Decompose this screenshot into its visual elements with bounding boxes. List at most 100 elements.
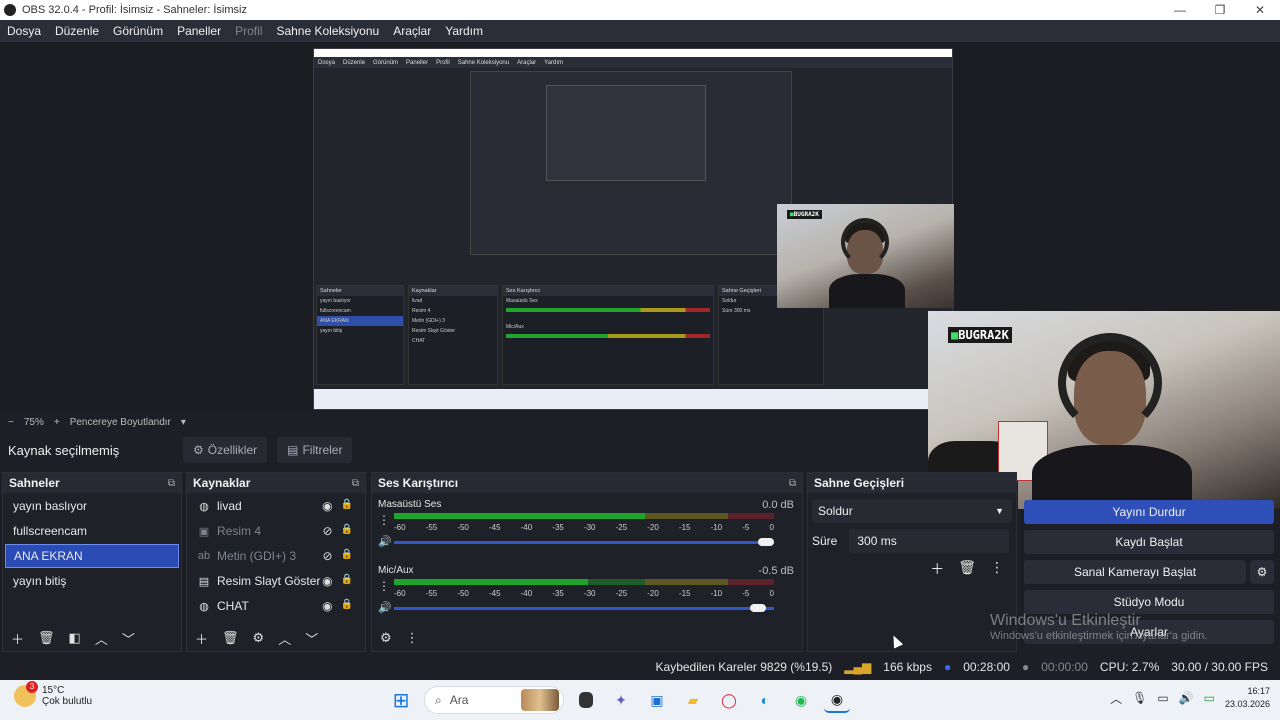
transition-menu-button[interactable]: ⋮ — [990, 559, 1004, 579]
volume-slider-knob[interactable] — [758, 538, 774, 546]
menu-yardim[interactable]: Yardım — [438, 24, 490, 38]
close-button[interactable]: ✕ — [1240, 3, 1280, 17]
meter-tick: -25 — [615, 523, 628, 532]
spotify-icon[interactable]: ◉ — [788, 687, 814, 713]
meter-tick: -50 — [457, 589, 469, 598]
clock[interactable]: 16:17 23.03.2026 — [1225, 685, 1270, 711]
menu-gorunum[interactable]: Görünüm — [106, 24, 170, 38]
scene-item[interactable]: fullscreencam — [5, 519, 179, 543]
network-icon[interactable]: ▭ — [1157, 691, 1168, 705]
meter-tick: -50 — [457, 523, 469, 532]
zoom-out-button[interactable]: − — [8, 417, 14, 428]
task-view-icon[interactable] — [579, 692, 593, 708]
eye-hidden-icon[interactable]: ⊘ — [322, 549, 332, 563]
scene-item[interactable]: ANA EKRAN — [5, 544, 179, 568]
source-item[interactable]: ▤ Resim Slayt Göster ◉ 🔒 — [189, 569, 363, 593]
source-toolbar: Kaynak seçilmemiş ⚙ Özellikler ▤ Filtreler — [0, 434, 928, 466]
lock-icon[interactable]: 🔒 — [341, 599, 353, 613]
move-up-button[interactable]: ︿ — [278, 629, 291, 648]
stop-stream-button[interactable]: Yayını Durdur — [1024, 500, 1274, 524]
move-down-button[interactable]: ﹀ — [305, 629, 318, 648]
source-settings-button[interactable]: ⚙ — [253, 630, 265, 646]
status-bar: Kaybedilen Kareler 9829 (%19.5) ▂▄▆ 166 … — [0, 656, 1280, 678]
menu-duzenle[interactable]: Düzenle — [48, 24, 106, 38]
studio-mode-button[interactable]: Stüdyo Modu — [1024, 590, 1274, 614]
maximize-button[interactable]: ❐ — [1200, 3, 1240, 17]
menu-profil[interactable]: Profil — [228, 24, 269, 38]
eye-icon[interactable]: ◉ — [322, 574, 332, 588]
teams-icon[interactable]: ✦ — [608, 687, 634, 713]
undock-icon[interactable]: ⧉ — [352, 478, 359, 489]
microphone-icon[interactable]: 🎙 — [1132, 691, 1147, 705]
source-item-label: Resim 4 — [217, 524, 262, 538]
scene-item[interactable]: yayın bitiş — [5, 569, 179, 593]
zoom-mode-chevron-icon[interactable]: ▾ — [181, 417, 186, 428]
store-icon[interactable]: ▣ — [644, 687, 670, 713]
volume-slider-knob[interactable] — [750, 604, 766, 612]
scene-filters-button[interactable]: ◧ — [69, 630, 81, 646]
source-item[interactable]: ◍ CHAT ◉ 🔒 — [189, 594, 363, 618]
scene-item[interactable]: yayın baslıyor — [5, 494, 179, 518]
edge-icon[interactable]: ◐ — [752, 687, 778, 713]
tray-chevron-icon[interactable]: ︿ — [1110, 690, 1122, 707]
taskbar-search-box[interactable]: ⌕ Ara — [424, 686, 564, 714]
cpu-usage: CPU: 2.7% — [1099, 660, 1160, 674]
start-button-windows-icon[interactable]: ⊞ — [388, 687, 414, 713]
duration-spinbox[interactable]: 300 ms — [849, 529, 1010, 553]
source-item[interactable]: ◍ livad ◉ 🔒 — [189, 494, 363, 518]
remove-source-button[interactable]: 🗑 — [222, 630, 239, 646]
move-down-button[interactable]: ﹀ — [122, 629, 135, 648]
remove-transition-button[interactable]: 🗑 — [958, 559, 976, 579]
start-record-button[interactable]: Kaydı Başlat — [1024, 530, 1274, 554]
source-item-label: CHAT — [217, 599, 249, 613]
weather-cloud-icon: 3 — [14, 681, 38, 707]
sources-panel: Kaynaklar ⧉ ◍ livad ◉ 🔒 ▣ Resim 4 ⊘ 🔒 ab Metin (GD… — [186, 472, 366, 652]
minimize-button[interactable]: — — [1160, 3, 1200, 17]
bitrate: 166 kbps — [883, 660, 932, 674]
lock-icon[interactable]: 🔒 — [341, 549, 353, 563]
zoom-in-button[interactable]: + — [54, 417, 60, 428]
add-source-button[interactable]: ＋ — [195, 629, 208, 648]
eye-icon[interactable]: ◉ — [322, 499, 332, 513]
undock-icon[interactable]: ⧉ — [789, 478, 796, 489]
mute-speaker-icon[interactable]: 🔊 — [378, 601, 392, 614]
meter-tick: -15 — [678, 589, 691, 598]
volume-slider[interactable] — [394, 604, 774, 612]
menu-paneller[interactable]: Paneller — [170, 24, 228, 38]
channel-menu-icon[interactable]: ⋮ — [378, 513, 390, 527]
zoom-mode-dropdown[interactable]: Pencereye Boyutlandır — [70, 417, 171, 428]
volume-slider[interactable] — [394, 538, 774, 546]
meter-ticks: -60 -55 -50 -45 -40 -35 -30 -25 -20 -15 -10 -5 0 — [394, 589, 774, 598]
volume-icon[interactable]: 🔊 — [1179, 691, 1194, 705]
properties-button[interactable]: ⚙ Özellikler — [183, 437, 268, 463]
undock-icon[interactable]: ⧉ — [168, 478, 175, 489]
add-transition-button[interactable]: ＋ — [930, 559, 944, 579]
mixer-settings-button[interactable]: ⚙ — [380, 630, 392, 646]
file-explorer-icon[interactable]: ▰ — [680, 687, 706, 713]
eye-icon[interactable]: ◉ — [322, 599, 332, 613]
lock-icon[interactable]: 🔒 — [341, 574, 353, 588]
source-item[interactable]: ab Metin (GDI+) 3 ⊘ 🔒 — [189, 544, 363, 568]
scene-item-label: fullscreencam — [13, 524, 88, 538]
battery-icon[interactable]: ▭ — [1204, 691, 1215, 705]
opera-icon[interactable]: ◯ — [716, 687, 742, 713]
transition-select[interactable]: Soldur ▼ — [812, 499, 1012, 523]
lock-icon[interactable]: 🔒 — [341, 499, 353, 513]
virtual-camera-button[interactable]: Sanal Kamerayı Başlat — [1024, 560, 1246, 584]
lock-icon[interactable]: 🔒 — [341, 524, 353, 538]
menu-dosya[interactable]: Dosya — [0, 24, 48, 38]
channel-menu-icon[interactable]: ⋮ — [378, 579, 390, 593]
obs-taskbar-icon[interactable]: ◉ — [824, 687, 850, 713]
move-up-button[interactable]: ︿ — [95, 629, 108, 648]
weather-widget[interactable]: 3 15°C Çok bulutlu — [14, 681, 92, 707]
remove-scene-button[interactable]: 🗑 — [38, 630, 55, 646]
add-scene-button[interactable]: ＋ — [11, 629, 24, 648]
mixer-menu-button[interactable]: ⋮ — [406, 630, 419, 646]
filters-button[interactable]: ▤ Filtreler — [277, 437, 353, 463]
eye-hidden-icon[interactable]: ⊘ — [322, 524, 332, 538]
mute-speaker-icon[interactable]: 🔊 — [378, 535, 392, 548]
source-item[interactable]: ▣ Resim 4 ⊘ 🔒 — [189, 519, 363, 543]
menu-sahne-koleksiyonu[interactable]: Sahne Koleksiyonu — [269, 24, 386, 38]
menu-araclar[interactable]: Araçlar — [386, 24, 438, 38]
virtual-camera-settings-gear-icon[interactable]: ⚙ — [1250, 560, 1274, 584]
